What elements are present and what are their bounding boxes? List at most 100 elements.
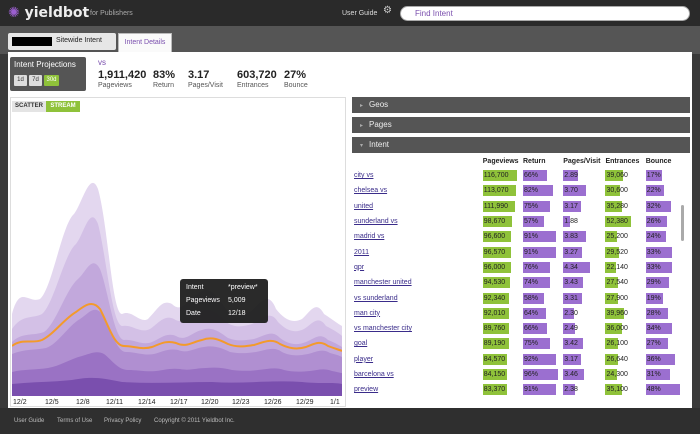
stat-return: 83% Return	[153, 69, 176, 89]
column-header[interactable]: Pages/Visit	[561, 154, 603, 168]
metric-cell: 3.31	[563, 292, 599, 304]
metric-cell: 3.43	[563, 277, 599, 289]
metric-value: 98,670	[483, 218, 506, 226]
metric-value: 96,570	[483, 248, 506, 256]
metric-cell: 96,000	[482, 261, 519, 273]
stat-pages-visit: 3.17 Pages/Visit	[188, 69, 223, 89]
intent-term-link[interactable]: barcelona vs	[354, 371, 394, 378]
table-row[interactable]: vs manchester city 89,760 66% 2.49 36,000 34%	[352, 321, 684, 336]
column-header[interactable]: Pageviews	[481, 154, 521, 168]
metric-value: 27,900	[606, 294, 628, 302]
metric-value: 19%	[646, 294, 661, 302]
intent-term-link[interactable]: manchester united	[354, 279, 412, 286]
metric-cell: 75%	[523, 200, 559, 212]
metric-value: 89,190	[483, 340, 506, 348]
panel-intent[interactable]: ▾ Intent	[352, 137, 690, 153]
intent-term-link[interactable]: vs sunderland	[354, 295, 398, 302]
metric-value: 75%	[524, 202, 539, 210]
metric-value: 57%	[524, 218, 539, 226]
metric-cell: 35,100	[605, 384, 641, 396]
table-row[interactable]: vs sunderland 92,340 58% 3.31 27,900 19%	[352, 290, 684, 305]
footer-terms-link[interactable]: Terms of Use	[57, 418, 92, 424]
column-header[interactable]: Return	[521, 154, 561, 168]
metric-cell: 30,600	[605, 185, 641, 197]
x-tick: 1/1	[330, 399, 340, 406]
stream-view-button[interactable]: STREAM	[46, 101, 80, 112]
metric-value: 94,530	[483, 279, 506, 287]
intent-term-link[interactable]: qpr	[354, 264, 364, 271]
gear-icon[interactable]: ⚙	[383, 5, 392, 16]
intent-term-link[interactable]: preview	[354, 386, 378, 393]
metric-cell: 3.27	[563, 246, 599, 258]
range-1d-button[interactable]: 1d	[14, 75, 27, 86]
metric-cell: 75%	[523, 338, 559, 350]
metric-cell: 1.88	[563, 216, 599, 228]
metric-cell: 3.46	[563, 369, 599, 380]
breadcrumb-sitewide-intent[interactable]: Sitewide Intent	[56, 37, 102, 44]
intent-term-link[interactable]: vs manchester city	[354, 325, 412, 332]
metric-value: 27%	[646, 340, 661, 348]
table-row[interactable]: manchester united 94,530 74% 3.43 27,540 29%	[352, 275, 684, 290]
table-row[interactable]: madrid vs 96,600 91% 3.83 25,200 24%	[352, 229, 684, 244]
intent-term-link[interactable]: united	[354, 203, 373, 210]
metric-cell: 89,760	[482, 323, 519, 335]
metric-cell: 33%	[645, 246, 682, 258]
intent-term-link[interactable]: chelsea vs	[354, 187, 387, 194]
metric-value: 113,070	[483, 187, 509, 195]
table-row[interactable]: 2011 96,570 91% 3.27 29,520 33%	[352, 244, 684, 259]
footer-privacy-link[interactable]: Privacy Policy	[104, 418, 141, 424]
scatter-view-button[interactable]: SCATTER	[12, 101, 46, 112]
metric-cell: 2.89	[563, 170, 599, 182]
column-header[interactable]: Entrances	[603, 154, 643, 168]
metric-value: 2.89	[564, 172, 578, 180]
metric-value: 3.42	[564, 340, 578, 348]
tagline: for Publishers	[90, 10, 133, 17]
footer-user-guide-link[interactable]: User Guide	[14, 418, 44, 424]
metric-cell: 2.30	[563, 307, 599, 319]
table-row[interactable]: barcelona vs 84,150 96% 3.46 24,300 31%	[352, 367, 684, 382]
table-row[interactable]: chelsea vs 113,070 82% 3.70 30,600 22%	[352, 183, 684, 198]
metric-cell: 4.34	[563, 261, 599, 273]
user-guide-link[interactable]: User Guide	[342, 10, 377, 17]
intent-term-link[interactable]: player	[354, 356, 373, 363]
metric-cell: 74%	[523, 277, 559, 289]
table-row[interactable]: united 111,990 75% 3.17 35,280 32%	[352, 199, 684, 214]
metric-value: 28%	[646, 309, 661, 317]
intent-term-link[interactable]: city vs	[354, 172, 373, 179]
panel-pages[interactable]: ▸ Pages	[352, 117, 690, 133]
intent-term-link[interactable]: madrid vs	[354, 233, 384, 240]
table-row[interactable]: man city 92,010 64% 2.30 39,960 28%	[352, 306, 684, 321]
metric-cell: 33%	[645, 261, 682, 273]
panel-geos[interactable]: ▸ Geos	[352, 97, 690, 113]
tab-intent-details[interactable]: Intent Details	[118, 33, 172, 52]
stream-chart[interactable]	[12, 114, 342, 396]
metric-cell: 2.49	[563, 323, 599, 335]
intent-term-link[interactable]: sunderland vs	[354, 218, 398, 225]
table-row[interactable]: preview 83,370 91% 2.38 35,100 48%	[352, 382, 684, 397]
intent-term-link[interactable]: goal	[354, 340, 367, 347]
metric-value: 26,100	[606, 340, 628, 348]
metric-value: 31%	[646, 371, 661, 378]
table-row[interactable]: goal 89,190 75% 3.42 26,100 27%	[352, 336, 684, 351]
table-row[interactable]: city vs 116,700 66% 2.89 39,060 17%	[352, 168, 684, 183]
x-tick: 12/14	[138, 399, 156, 406]
metric-value: 91%	[524, 386, 539, 394]
table-scrollbar[interactable]	[681, 205, 684, 241]
table-row[interactable]: qpr 96,000 76% 4.34 22,140 33%	[352, 260, 684, 275]
yieldbot-logo[interactable]: ✺ yieldbot	[8, 5, 89, 21]
metric-cell: 27,900	[605, 292, 641, 304]
metric-cell: 26,640	[605, 353, 641, 365]
metric-value: 74%	[524, 279, 539, 287]
metric-cell: 2.38	[563, 384, 599, 396]
table-row[interactable]: player 84,570 92% 3.17 26,640 36%	[352, 352, 684, 367]
metric-value: 26,640	[606, 355, 628, 363]
table-row[interactable]: sunderland vs 98,670 57% 1.88 52,380 26%	[352, 214, 684, 229]
column-header[interactable]: Bounce	[644, 154, 684, 168]
metric-cell: 27,540	[605, 277, 641, 289]
range-30d-button[interactable]: 30d	[44, 75, 59, 86]
intent-term-link[interactable]: man city	[354, 310, 380, 317]
range-7d-button[interactable]: 7d	[29, 75, 42, 86]
intent-term-link[interactable]: 2011	[354, 249, 369, 256]
find-intent-search-input[interactable]: Find Intent	[400, 6, 690, 21]
metric-value: 3.17	[564, 202, 578, 210]
